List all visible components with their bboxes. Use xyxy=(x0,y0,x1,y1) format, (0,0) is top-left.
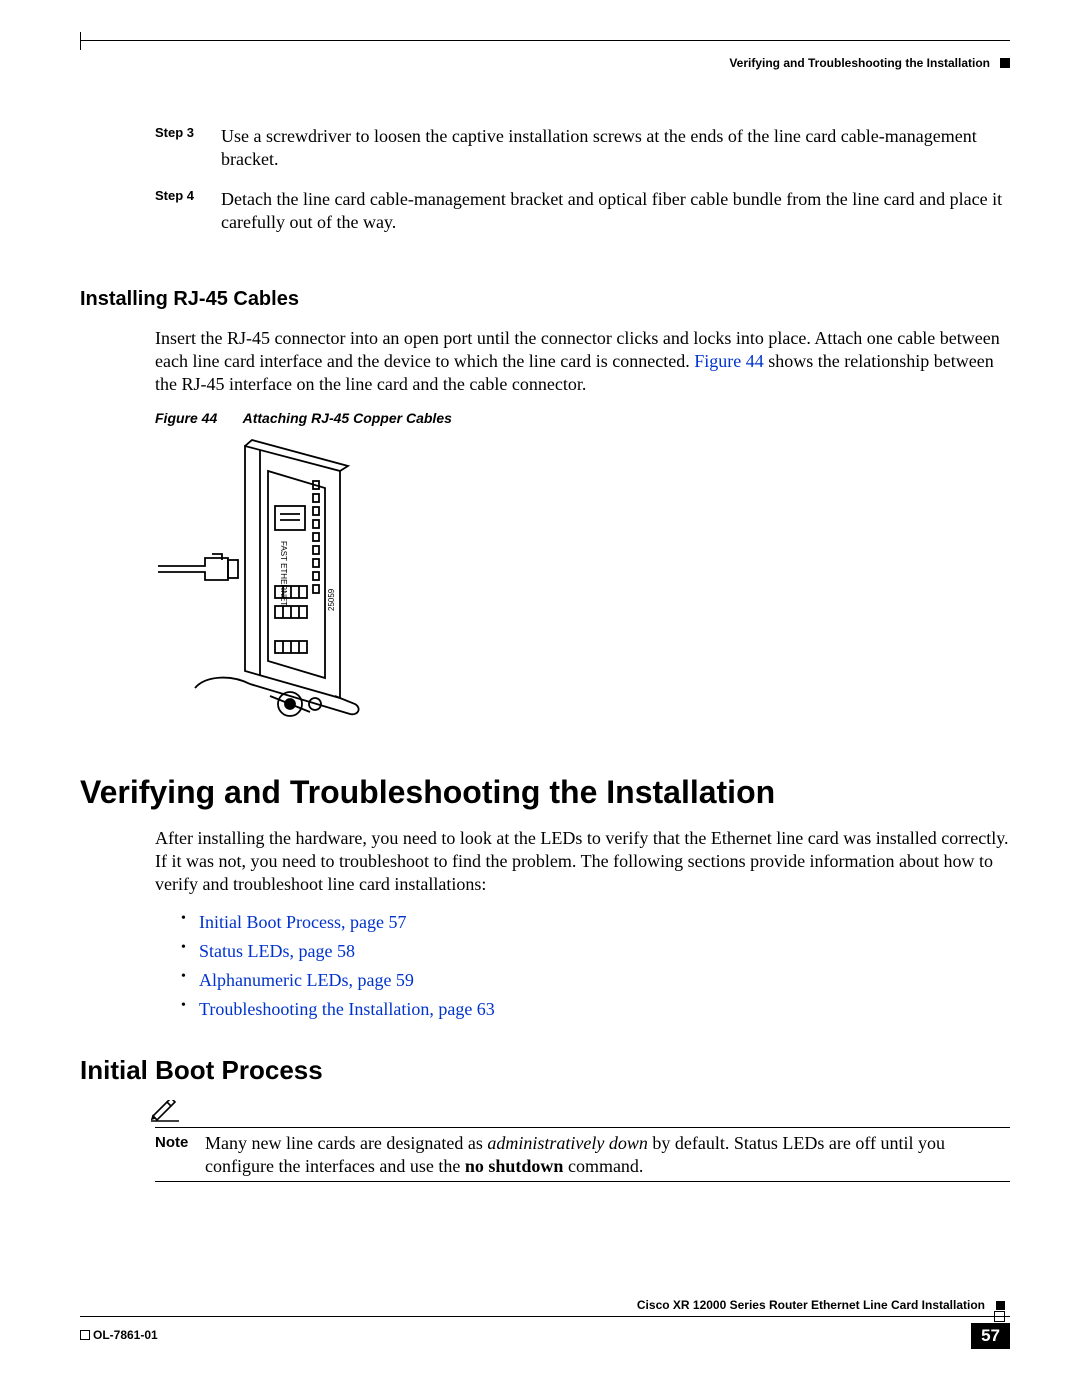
link-status-leds[interactable]: Status LEDs, page 58 xyxy=(199,941,355,961)
link-initial-boot[interactable]: Initial Boot Process, page 57 xyxy=(199,912,406,932)
heading-initial-boot: Initial Boot Process xyxy=(80,1055,1010,1086)
link-alphanumeric-leds[interactable]: Alphanumeric LEDs, page 59 xyxy=(199,970,414,990)
figure-id-label: 25059 xyxy=(327,588,336,611)
link-troubleshooting[interactable]: Troubleshooting the Installation, page 6… xyxy=(199,999,495,1019)
figure-label-fast-ethernet: FAST ETHERNET xyxy=(279,541,288,606)
page: Verifying and Troubleshooting the Instal… xyxy=(0,0,1080,1397)
header-rule xyxy=(80,40,1010,41)
heading-verifying: Verifying and Troubleshooting the Instal… xyxy=(80,774,1010,811)
header-square-icon xyxy=(1000,58,1010,68)
list-item: Initial Boot Process, page 57 xyxy=(181,908,1010,937)
step-body: Use a screwdriver to loosen the captive … xyxy=(221,125,1010,170)
text-emphasis: administratively down xyxy=(487,1133,648,1153)
paragraph: After installing the hardware, you need … xyxy=(155,827,1010,896)
footer-rule xyxy=(80,1316,1010,1317)
paragraph: Insert the RJ-45 connector into an open … xyxy=(155,327,1010,396)
note-body: Many new line cards are designated as ad… xyxy=(205,1132,1010,1177)
note-block: Note Many new line cards are designated … xyxy=(155,1100,1010,1182)
header-chapter-title: Verifying and Troubleshooting the Instal… xyxy=(729,56,990,70)
figure-ref-link[interactable]: Figure 44 xyxy=(694,351,764,371)
figure-caption: Figure 44 Attaching RJ-45 Copper Cables xyxy=(155,410,1010,426)
footer-book-title: Cisco XR 12000 Series Router Ethernet Li… xyxy=(637,1298,985,1312)
step-label: Step 3 xyxy=(155,125,221,170)
section-links-list: Initial Boot Process, page 57 Status LED… xyxy=(155,908,1010,1023)
figure-rj45-diagram: FAST ETHERNET 25059 xyxy=(150,436,385,736)
figure-title: Attaching RJ-45 Copper Cables xyxy=(243,410,452,426)
header-tick xyxy=(80,32,81,50)
footer-doc-id: OL-7861-01 xyxy=(93,1328,158,1342)
page-number: 57 xyxy=(971,1323,1010,1349)
step-label: Step 4 xyxy=(155,188,221,233)
list-item: Alphanumeric LEDs, page 59 xyxy=(181,966,1010,995)
footer-square-icon xyxy=(996,1301,1005,1310)
note-row: Note Many new line cards are designated … xyxy=(155,1127,1010,1182)
rj45-illustration-icon: FAST ETHERNET 25059 xyxy=(150,436,385,736)
list-item: Status LEDs, page 58 xyxy=(181,937,1010,966)
header-right: Verifying and Troubleshooting the Instal… xyxy=(729,56,1010,70)
note-pencil-icon xyxy=(151,1100,1010,1129)
content-area: Step 3 Use a screwdriver to loosen the c… xyxy=(155,125,1010,1182)
text-command: no shutdown xyxy=(465,1156,564,1176)
step-body: Detach the line card cable-management br… xyxy=(221,188,1010,233)
step-row: Step 4 Detach the line card cable-manage… xyxy=(155,188,1010,233)
figure-number: Figure 44 xyxy=(155,410,217,426)
note-label: Note xyxy=(155,1132,205,1177)
list-item: Troubleshooting the Installation, page 6… xyxy=(181,995,1010,1024)
text: command. xyxy=(563,1156,643,1176)
text: Many new line cards are designated as xyxy=(205,1133,487,1153)
step-row: Step 3 Use a screwdriver to loosen the c… xyxy=(155,125,1010,170)
heading-installing-rj45: Installing RJ-45 Cables xyxy=(80,288,1010,311)
footer-left-square-icon xyxy=(80,1330,90,1340)
